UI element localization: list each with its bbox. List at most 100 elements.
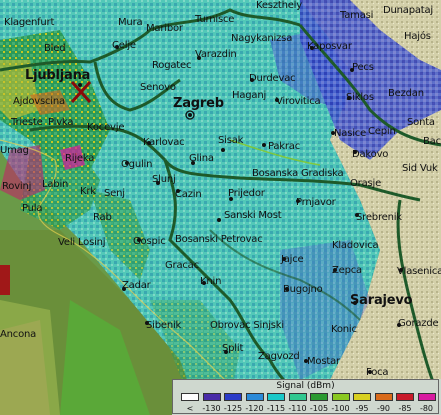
city-label-zagvozd: Zagvozd	[258, 351, 300, 362]
city-label-bled: Bled	[44, 43, 66, 54]
legend-swatch-6	[310, 393, 328, 401]
city-label-krk: Krk	[80, 186, 96, 197]
city-dot-slunj	[156, 181, 160, 185]
legend-label-4: -115	[266, 404, 286, 413]
city-dot-zepca	[333, 268, 337, 272]
city-label-prijedor: Prijedor	[228, 188, 265, 199]
city-label-sarajevo: Sarajevo	[350, 293, 413, 308]
city-label-rovinj: Rovinj	[2, 181, 32, 192]
city-label-sanskimost: Sanski Most	[224, 210, 282, 221]
city-label-varazdin: Varazdin	[195, 49, 237, 60]
legend-title: Signal (dBm)	[276, 381, 335, 391]
city-label-gracac: Gracac	[165, 260, 199, 271]
city-label-mostar: Mostar	[307, 356, 340, 367]
city-dot-virovitica	[275, 98, 279, 102]
city-label-sisak: Sisak	[218, 135, 244, 146]
legend-label-6: -105	[309, 404, 329, 413]
city-label-turnisce: Turnisce	[195, 14, 235, 25]
city-label-bosgrad: Bosanska Gradiska	[252, 168, 344, 179]
city-label-vlasenica: Vlasenica	[397, 266, 441, 277]
legend-swatch-7	[331, 393, 350, 401]
city-label-trieste: Trieste	[11, 117, 43, 128]
legend-label-7: -100	[331, 404, 350, 413]
legend-label-2: -125	[223, 404, 243, 413]
city-dot-gospic	[137, 238, 141, 242]
city-dot-sarajevo	[353, 301, 357, 305]
city-label-bospetrovac: Bosanski Petrovac	[175, 234, 263, 245]
legend-label-5: -110	[288, 404, 307, 413]
legend-label-11: -80	[419, 404, 434, 413]
city-label-bac: Bac	[423, 136, 441, 147]
legend-swatch-8	[353, 393, 371, 401]
city-dot-knin	[202, 281, 206, 285]
city-dot-dakovo	[353, 150, 357, 154]
city-label-haganj: Haganj	[232, 90, 267, 101]
coverage-map: Klagenfurt Mura Maribor Turnisce Keszthely Ta…	[0, 0, 441, 415]
legend-swatch-2	[224, 393, 242, 401]
city-dot-sibenik	[145, 321, 149, 325]
city-label-mura: Mura	[118, 17, 143, 28]
city-label-klagenfurt: Klagenfurt	[4, 17, 55, 28]
city-label-pivka: Pivka	[48, 117, 74, 128]
legend-swatch-11	[417, 393, 436, 401]
city-label-pula: Pula	[22, 203, 43, 214]
city-label-rogatec: Rogatec	[152, 60, 192, 71]
city-label-rijeka: Rijeka	[65, 153, 95, 164]
legend-swatch-10	[396, 393, 414, 401]
city-dot-sanskimost	[217, 218, 221, 222]
city-label-senovo: Senovo	[140, 82, 176, 93]
city-dot-gorazde	[397, 323, 401, 327]
city-label-pecs: Pecs	[352, 62, 374, 73]
legend-label-3: -120	[245, 404, 264, 413]
city-label-cepin: Cepin	[368, 126, 396, 137]
city-dot-pecs	[350, 68, 354, 72]
legend-label-9: -90	[376, 404, 391, 413]
legend-swatch-4	[267, 393, 285, 401]
city-label-gorazde: Gorazde	[398, 318, 439, 329]
city-dot-prijedor	[229, 197, 233, 201]
city-dot-siklos	[347, 96, 351, 100]
city-dot-pakrac	[262, 143, 266, 147]
legend-swatch-0	[181, 393, 199, 401]
city-label-virovitica: Virovitica	[276, 96, 321, 107]
city-dot-foca	[368, 370, 372, 374]
city-label-srebrenik: Srebrenik	[356, 212, 402, 223]
city-label-ajdovscina: Ajdovscina	[13, 96, 65, 107]
city-dot-kaposvar	[310, 46, 314, 50]
city-label-dakovo: Dakovo	[352, 149, 389, 160]
city-dot-jajce	[282, 257, 286, 261]
city-label-zagreb: Zagreb	[173, 96, 224, 111]
city-label-nagykanizsa: Nagykanizsa	[231, 33, 293, 44]
legend-label-0: <	[186, 404, 194, 413]
city-label-labin: Labin	[42, 179, 69, 190]
legend-label-10: -85	[398, 404, 412, 413]
city-dot-zagreb	[188, 113, 192, 117]
city-dot-bugojno	[285, 287, 289, 291]
city-label-bezdan: Bezdan	[388, 88, 424, 99]
legend-swatch-9	[374, 393, 393, 401]
city-label-ancona: Ancona	[0, 329, 37, 340]
city-dot-sisak	[221, 148, 225, 152]
city-label-dunapataj: Dunapataj	[383, 5, 434, 16]
city-dot-karlovac	[147, 141, 151, 145]
city-label-sibenik: Sibenik	[146, 320, 182, 331]
city-label-prnjavor: Prnjavor	[296, 197, 336, 208]
city-label-sonta: Sonta	[407, 117, 435, 128]
city-dot-durdevac	[250, 78, 254, 82]
city-dot-split	[224, 350, 228, 354]
city-dot-ogulin	[125, 161, 129, 165]
legend-label-1: -130	[202, 404, 221, 413]
city-dot-cazin	[176, 189, 180, 193]
legend-swatch-3	[245, 393, 264, 401]
city-label-kladovica: Kladovica	[332, 240, 379, 251]
legend-swatch-1	[202, 393, 221, 401]
city-dot-glina	[191, 161, 195, 165]
city-dot-varazdin	[197, 56, 201, 60]
city-label-keszthely: Keszthely	[256, 0, 302, 11]
red-strip	[0, 265, 10, 295]
city-label-umag: Umag	[0, 145, 29, 156]
city-label-zadar: Zadar	[122, 280, 151, 291]
city-label-sidvuk: Sid Vuk	[402, 163, 438, 174]
city-label-konic: Konic	[331, 324, 357, 335]
city-label-nasice: Nasice	[334, 128, 367, 139]
